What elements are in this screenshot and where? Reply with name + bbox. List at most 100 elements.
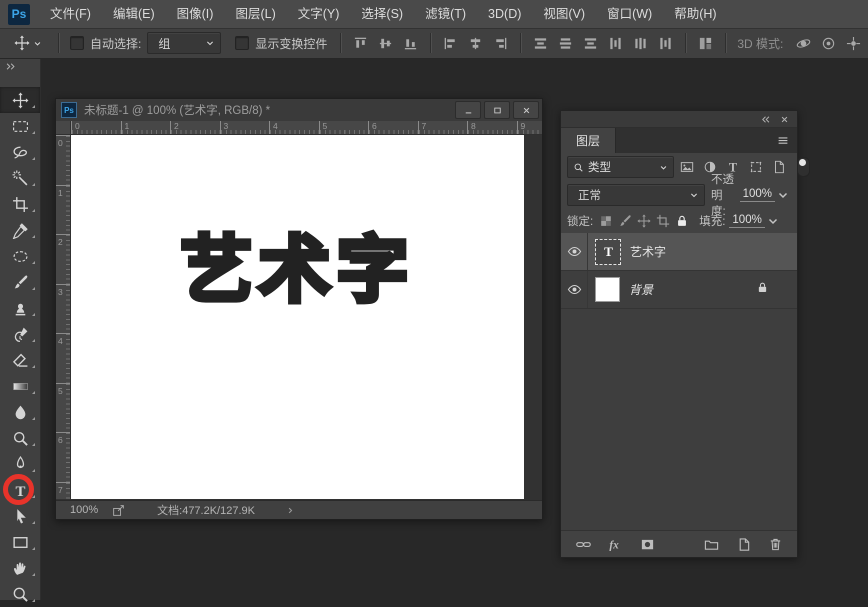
magic-wand-icon	[12, 170, 29, 187]
tool-zoom[interactable]	[0, 581, 40, 607]
collapse-panel-icon[interactable]	[760, 114, 771, 125]
filter-toggle-switch[interactable]	[797, 157, 810, 177]
maximize-button[interactable]	[484, 101, 510, 119]
delete-button[interactable]	[765, 534, 785, 555]
layer-style-fx-button[interactable]: fx	[605, 534, 625, 555]
tool-hand[interactable]	[0, 555, 40, 581]
3d-roll-button[interactable]	[816, 32, 841, 54]
new-layer-button[interactable]	[733, 534, 753, 555]
menu-layer[interactable]: 图层(L)	[224, 1, 286, 28]
tool-path-selection[interactable]	[0, 503, 40, 529]
menu-view[interactable]: 视图(V)	[532, 1, 596, 28]
chevron-down-icon[interactable]	[765, 213, 781, 229]
menu-3d[interactable]: 3D(D)	[477, 1, 532, 28]
lock-all-button[interactable]	[673, 211, 691, 232]
layer-row-text[interactable]: T艺术字	[561, 233, 797, 271]
lock-position-button[interactable]	[635, 211, 653, 232]
workspace: Ps 未标题-1 @ 100% (艺术字, RGB/8) * 012345678…	[40, 58, 868, 600]
export-icon[interactable]	[112, 504, 125, 517]
lock-paint-button[interactable]	[616, 211, 634, 232]
tool-rectangular-marquee[interactable]	[0, 113, 40, 139]
opacity-label: 不透明度:	[711, 171, 736, 219]
menu-filter[interactable]: 滤镜(T)	[414, 1, 477, 28]
tool-eraser[interactable]	[0, 347, 40, 373]
tool-patch[interactable]	[0, 243, 40, 269]
close-button[interactable]	[513, 101, 539, 119]
fill-value[interactable]: 100%	[729, 214, 764, 228]
document-titlebar[interactable]: Ps 未标题-1 @ 100% (艺术字, RGB/8) *	[56, 99, 542, 122]
align-vertical-centers-button[interactable]	[373, 32, 398, 54]
layer-thumbnail-background[interactable]	[595, 277, 620, 302]
tool-dodge[interactable]	[0, 425, 40, 451]
distribute-bottom-edges-button[interactable]	[578, 32, 603, 54]
tool-history-brush[interactable]	[0, 321, 40, 347]
tool-magic-wand[interactable]	[0, 165, 40, 191]
lock-transparent-button[interactable]	[597, 211, 615, 232]
align-vertical-centers-icon	[378, 36, 393, 51]
layers-panel: 图层 类型 T 正常 不透明度:	[560, 110, 798, 558]
align-horizontal-centers-button[interactable]	[463, 32, 488, 54]
layer-thumbnail-text[interactable]: T	[595, 239, 621, 265]
menu-type[interactable]: 文字(Y)	[287, 1, 351, 28]
visibility-toggle[interactable]	[561, 271, 588, 308]
auto-select-checkbox[interactable]	[70, 36, 84, 50]
current-tool-indicator[interactable]	[14, 35, 43, 51]
tool-lasso[interactable]	[0, 139, 40, 165]
menu-edit[interactable]: 编辑(E)	[102, 1, 166, 28]
tool-blur[interactable]	[0, 399, 40, 425]
tool-type[interactable]: T	[0, 477, 40, 503]
tool-move[interactable]	[0, 87, 40, 113]
tool-brush[interactable]	[0, 269, 40, 295]
chevron-down-icon[interactable]	[775, 187, 791, 203]
tool-crop[interactable]	[0, 191, 40, 217]
adjustment-button[interactable]	[669, 534, 689, 555]
blend-mode-dropdown[interactable]: 正常	[567, 184, 705, 206]
align-bottom-edges-button[interactable]	[398, 32, 423, 54]
document-sizes-text: 文档:477.2K/127.9K	[157, 502, 255, 518]
close-panel-icon[interactable]	[779, 114, 790, 125]
distribute-horizontal-centers-button[interactable]	[628, 32, 653, 54]
distribute-left-edges-button[interactable]	[603, 32, 628, 54]
distribute-top-edges-button[interactable]	[528, 32, 553, 54]
status-options-icon[interactable]	[285, 505, 296, 516]
pixel-filter-button[interactable]	[676, 157, 697, 178]
lock-artboard-button[interactable]	[654, 211, 672, 232]
smart-object-filter-button[interactable]	[768, 157, 789, 178]
menu-select[interactable]: 选择(S)	[350, 1, 414, 28]
minimize-button[interactable]	[455, 101, 481, 119]
align-left-edges-button[interactable]	[438, 32, 463, 54]
distribute-right-edges-button[interactable]	[653, 32, 678, 54]
group-button[interactable]	[701, 534, 721, 555]
align-right-edges-button[interactable]	[488, 32, 513, 54]
auto-align-layers-icon	[698, 36, 713, 51]
panel-menu-button[interactable]	[776, 128, 797, 153]
tab-layers[interactable]: 图层	[561, 128, 616, 153]
tool-clone-stamp[interactable]	[0, 295, 40, 321]
distribute-vertical-centers-button[interactable]	[553, 32, 578, 54]
menu-window[interactable]: 窗口(W)	[596, 1, 663, 28]
add-mask-button[interactable]	[637, 534, 657, 555]
canvas[interactable]: 艺术字	[71, 135, 524, 499]
3d-orbit-button[interactable]	[791, 32, 816, 54]
shape-filter-button[interactable]	[745, 157, 766, 178]
layer-row-background[interactable]: 背景	[561, 271, 797, 309]
zoom-level-field[interactable]: 100%	[70, 504, 98, 516]
toolbar-collapse-button[interactable]	[0, 58, 40, 74]
3d-pan-icon	[846, 36, 861, 51]
tool-rectangle-shape[interactable]	[0, 529, 40, 555]
auto-align-layers-button[interactable]	[693, 32, 718, 54]
align-top-edges-button[interactable]	[348, 32, 373, 54]
auto-select-target-dropdown[interactable]: 组	[147, 32, 221, 54]
link-layers-button[interactable]	[573, 534, 593, 555]
menu-file[interactable]: 文件(F)	[39, 1, 102, 28]
tool-eyedropper[interactable]	[0, 217, 40, 243]
tool-gradient[interactable]	[0, 373, 40, 399]
tool-pen[interactable]	[0, 451, 40, 477]
opacity-value[interactable]: 100%	[740, 188, 775, 202]
menu-help[interactable]: 帮助(H)	[663, 1, 727, 28]
visibility-toggle[interactable]	[561, 233, 588, 270]
show-transform-checkbox[interactable]	[235, 36, 249, 50]
filter-type-dropdown[interactable]: 类型	[567, 156, 674, 178]
menu-image[interactable]: 图像(I)	[166, 1, 225, 28]
3d-pan-button[interactable]	[841, 32, 866, 54]
